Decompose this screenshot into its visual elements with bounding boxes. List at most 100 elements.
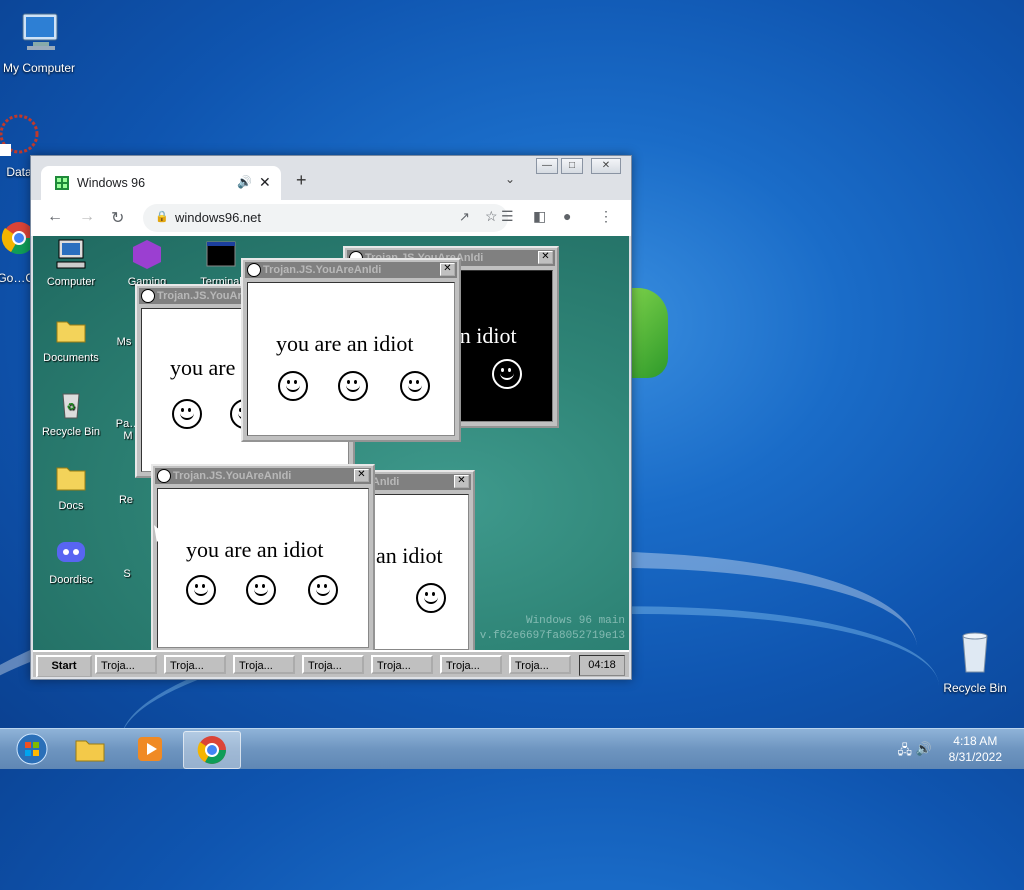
smiley-title-icon (247, 263, 261, 277)
smiley-icon (278, 371, 308, 401)
w96-taskbar: Start Troja... Troja... Troja... Troja..… (33, 650, 629, 677)
w96-task-item[interactable]: Troja... (371, 655, 433, 674)
smiley-icon (308, 575, 338, 605)
popup-title-bar[interactable]: Trojan.JS.YouAreAnIdi (155, 468, 371, 484)
taskbar: 🖧 🔊 4:18 AM 8/31/2022 (0, 728, 1024, 769)
icon-label: S (123, 568, 131, 580)
minimize-button[interactable]: — (536, 158, 558, 174)
tab-search-chevron-icon[interactable]: ⌄ (505, 172, 515, 186)
popup-close-button[interactable]: ✕ (454, 475, 469, 488)
smiley-icon (492, 359, 522, 389)
popup-title: Trojan.JS.YouAreAnIdi (263, 264, 382, 276)
taskbar-clock[interactable]: 4:18 AM 8/31/2022 (949, 733, 1002, 765)
watermark-line: v.f62e6697fa8052719e13 (479, 630, 625, 642)
lock-icon: 🔒 (155, 211, 169, 223)
w96-icon-gaming[interactable]: Gaming (109, 238, 185, 288)
toolbar: ← → ↻ 🔒 windows96.net ↗ ☆ ☰ ◧ ● ⋮ (31, 200, 631, 236)
popup-body: you are an idiot (247, 282, 455, 436)
w96-icon-documents[interactable]: Documents (33, 314, 109, 364)
w96-icon-s[interactable]: S (117, 568, 137, 580)
popup-title: Trojan.JS.YouAreAnIdi (173, 470, 292, 482)
taskbar-media-player[interactable] (122, 731, 178, 767)
windows-start-orb-icon (16, 733, 48, 765)
popup-window-front[interactable]: Trojan.JS.YouAreAnIdi ✕ you are an idiot (241, 258, 461, 442)
desktop-icon-label: My Computer (2, 61, 76, 75)
w96-start-button[interactable]: Start (36, 655, 92, 677)
browser-window: Windows 96 🔊 ✕ + ⌄ — □ ✕ ← → ↻ 🔒 windows… (30, 155, 632, 680)
icon-label: Documents (43, 352, 99, 364)
smiley-icon (416, 583, 446, 613)
terminal-icon (206, 241, 236, 267)
w96-icon-re[interactable]: Re (111, 494, 141, 506)
popup-window-active[interactable]: Trojan.JS.YouAreAnIdi ✕ you are an idiot (151, 464, 375, 654)
wallpaper-logo (628, 288, 668, 378)
tab-title: Windows 96 (77, 176, 146, 190)
w96-task-item[interactable]: Troja... (164, 655, 226, 674)
url-text: windows96.net (175, 210, 261, 225)
bookmark-star-icon[interactable]: ☆ (485, 208, 498, 225)
file-explorer-icon (75, 740, 105, 762)
chrome-icon (197, 736, 226, 764)
svg-text:♻: ♻ (67, 402, 76, 413)
w96-task-item[interactable]: Troja... (509, 655, 571, 674)
w96-task-item[interactable]: Troja... (302, 655, 364, 674)
network-icon[interactable]: 🖧 (898, 741, 913, 763)
media-player-icon (138, 737, 162, 761)
popup-close-button[interactable]: ✕ (354, 469, 369, 482)
menu-kebab-icon[interactable]: ⋮ (599, 208, 613, 225)
smiley-title-icon (157, 469, 171, 483)
clock-date: 8/31/2022 (948, 750, 1002, 764)
w96-icon-docs[interactable]: Docs (33, 462, 109, 512)
w96-icon-recycle-bin[interactable]: ♻ Recycle Bin (33, 388, 109, 438)
popup-title-bar[interactable]: Trojan.JS.YouAreAnIdi (245, 262, 457, 278)
icon-label: Docs (58, 500, 84, 512)
media-control-icon[interactable]: ☰ (501, 208, 514, 225)
doordisc-icon (57, 542, 85, 562)
w96-icon-computer[interactable]: Computer (33, 238, 109, 288)
smiley-icon (400, 371, 430, 401)
w96-icon-doordisc[interactable]: Doordisc (33, 536, 109, 586)
windows96-favicon-icon (55, 176, 69, 190)
icon-label: Computer (46, 276, 96, 288)
reload-icon[interactable]: ↻ (111, 208, 124, 228)
data-icon (0, 114, 39, 156)
address-bar[interactable]: 🔒 windows96.net ↗ ☆ (143, 204, 508, 232)
recycle-bin-icon (962, 632, 988, 673)
tab-close-icon[interactable]: ✕ (259, 174, 271, 191)
w96-task-item[interactable]: Troja... (95, 655, 157, 674)
computer-icon (56, 239, 86, 269)
w96-task-item[interactable]: Troja... (233, 655, 295, 674)
icon-label: Doordisc (49, 574, 93, 586)
share-icon[interactable]: ↗ (459, 209, 470, 225)
desktop-icon-recycle-bin[interactable]: Recycle Bin (930, 628, 1020, 695)
popup-text: you are an idiot (276, 331, 414, 356)
w96-task-item[interactable]: Troja... (440, 655, 502, 674)
speaker-icon[interactable]: 🔊 (237, 175, 252, 189)
start-orb-button[interactable] (4, 731, 60, 767)
browser-tab[interactable]: Windows 96 🔊 ✕ (41, 166, 281, 200)
maximize-button[interactable]: □ (561, 158, 583, 174)
taskbar-file-explorer[interactable] (62, 731, 118, 767)
back-arrow-icon[interactable]: ← (47, 208, 63, 226)
close-button[interactable]: ✕ (591, 158, 621, 174)
icon-label: Recycle Bin (41, 426, 101, 438)
smiley-icon (186, 575, 216, 605)
volume-icon[interactable]: 🔊 (916, 741, 932, 757)
desktop-icon-my-computer[interactable]: My Computer (0, 8, 84, 75)
side-panel-icon[interactable]: ◧ (533, 208, 546, 225)
smiley-icon (338, 371, 368, 401)
forward-arrow-icon[interactable]: → (79, 208, 95, 226)
profile-icon[interactable]: ● (563, 208, 571, 224)
popup-close-button[interactable]: ✕ (440, 263, 455, 276)
new-tab-button[interactable]: + (296, 170, 307, 191)
icon-label: Re (118, 494, 134, 506)
watermark-line: Windows 96 main (525, 615, 625, 627)
gaming-cube-icon (133, 240, 161, 269)
taskbar-chrome[interactable] (183, 731, 241, 769)
popup-close-button[interactable]: ✕ (538, 251, 553, 264)
computer-icon (22, 13, 58, 50)
recycle-bin-icon: ♻ (62, 393, 80, 419)
clock-time: 4:18 AM (953, 734, 998, 748)
desktop-icon-label: Recycle Bin (943, 681, 1007, 695)
popup-text: an idiot (376, 543, 443, 568)
